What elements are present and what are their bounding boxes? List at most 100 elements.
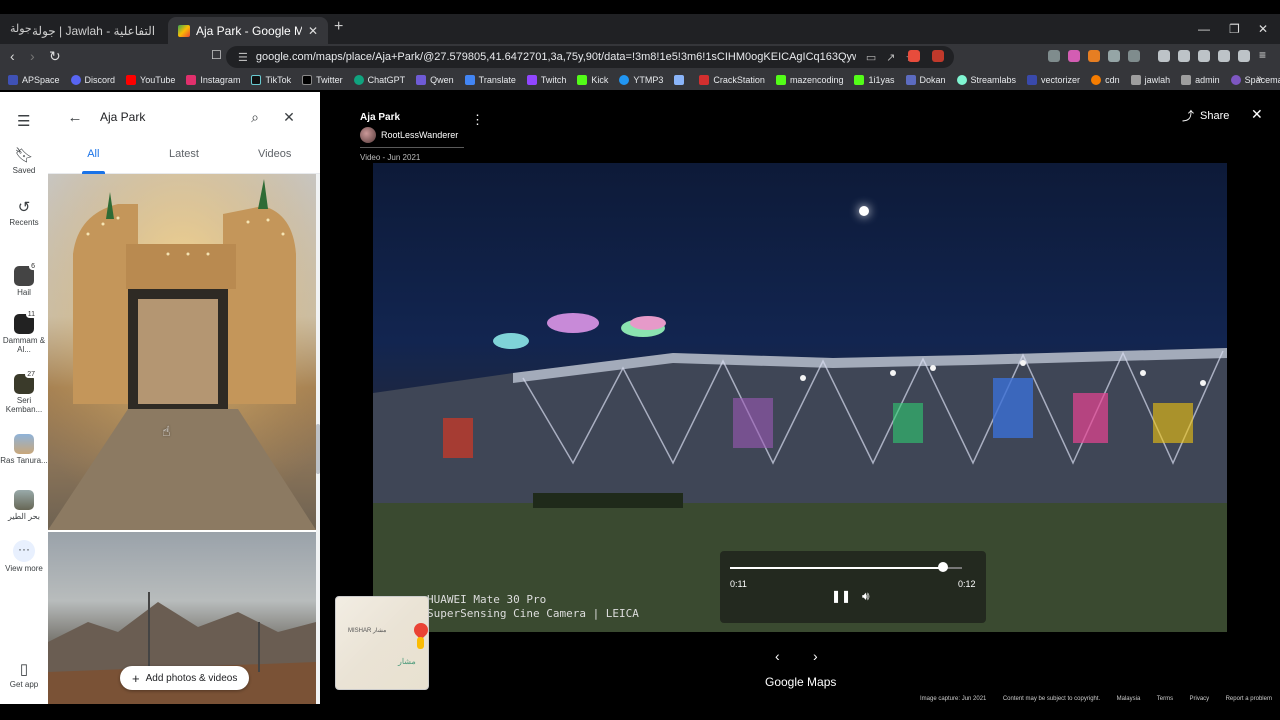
add-photos-button[interactable]: + Add photos & videos — [120, 666, 250, 690]
restore-icon[interactable]: ❐ — [1229, 22, 1240, 36]
rail-recent-place[interactable]: Ras Tanura... — [0, 434, 48, 465]
share-icon: ⤴ — [1182, 109, 1195, 123]
bookmark[interactable]: Twitter — [302, 75, 343, 85]
tab-videos[interactable]: Videos — [229, 148, 320, 173]
extension-icon[interactable] — [1088, 50, 1100, 62]
rail-recent-place[interactable]: 11 Dammam & Al... — [0, 311, 48, 354]
bookmark[interactable]: Instagram — [186, 75, 240, 85]
terms-link[interactable]: Terms — [1157, 696, 1173, 702]
mini-map[interactable]: MISHAR مشار مشار — [335, 596, 429, 690]
tab-jawlah[interactable]: جولة | Jawlah - منصة الألعاب التفاعلية — [22, 17, 164, 44]
bookmark[interactable]: YTMP3 — [619, 75, 663, 85]
bookmark[interactable] — [674, 75, 688, 85]
back-icon[interactable]: ‹ — [10, 48, 15, 64]
bookmark[interactable]: Twitch — [526, 75, 566, 85]
bookmark[interactable]: 1i1yas — [854, 75, 895, 85]
clear-search-icon[interactable]: ✕ — [272, 109, 306, 126]
crackstation-icon — [699, 75, 710, 85]
vpn-icon[interactable] — [1238, 50, 1250, 62]
bookmark[interactable]: TikTok — [251, 75, 291, 85]
seek-handle[interactable] — [938, 562, 949, 572]
rail-recent-place[interactable]: 6 Hail — [0, 263, 48, 297]
volume-icon[interactable]: 🔊︎ — [862, 589, 870, 604]
reload-icon[interactable]: ↻ — [49, 48, 61, 65]
video-player[interactable]: HUAWEI Mate 30 Pro SuperSensing Cine Cam… — [373, 163, 1227, 632]
tab-label: Aja Park - Google Maps — [196, 23, 302, 38]
tab-latest[interactable]: Latest — [139, 148, 230, 173]
rail-recent-place[interactable]: 27 Seri Kemban... — [0, 371, 48, 414]
brave-shield-icon[interactable] — [908, 50, 920, 62]
site-info-icon[interactable]: ☰ — [238, 51, 248, 64]
tab-google-maps[interactable]: Aja Park - Google Maps ✕ — [168, 17, 328, 44]
search-input[interactable]: Aja Park — [92, 110, 238, 124]
bookmark[interactable]: CrackStation — [699, 75, 765, 85]
plus-icon: + — [132, 670, 140, 686]
next-media-icon[interactable]: › — [813, 648, 818, 664]
puzzle-icon[interactable] — [1108, 50, 1120, 62]
privacy-link[interactable]: Privacy — [1190, 696, 1210, 702]
previous-media-icon[interactable]: ‹ — [775, 648, 780, 664]
bookmark[interactable]: Translate — [464, 75, 516, 85]
close-viewer-icon[interactable]: ✕ — [1251, 106, 1263, 123]
mouse-cursor-icon: ☝︎ — [162, 423, 171, 439]
bookmark[interactable]: vectorizer — [1027, 75, 1080, 85]
leo-icon[interactable] — [1218, 50, 1230, 62]
bookmark[interactable]: mazencoding — [775, 75, 843, 85]
place-thumbnail: 11 — [14, 311, 37, 334]
minimize-icon[interactable]: — — [1198, 22, 1210, 36]
sidebar-icon[interactable] — [1178, 50, 1190, 62]
photo-thumbnail[interactable] — [48, 174, 316, 530]
rail-view-more[interactable]: ··· View more — [0, 540, 48, 573]
tab-strip: جولة جولة | Jawlah - منصة الألعاب التفاع… — [0, 14, 1280, 44]
rail-get-app[interactable]: ▯ Get app — [0, 660, 48, 689]
address-bar[interactable]: ☰ google.com/maps/place/Aja+Park/@27.579… — [226, 46, 954, 68]
gate-photo — [48, 174, 316, 530]
photo-count: 11 — [25, 311, 37, 318]
extension-icon[interactable] — [1048, 50, 1060, 62]
extension-icon[interactable] — [1068, 50, 1080, 62]
pause-icon[interactable]: ❚❚ — [831, 589, 851, 603]
bookmark[interactable]: ChatGPT — [353, 75, 405, 85]
rail-recents[interactable]: ↺ Recents — [0, 198, 48, 227]
bookmark[interactable]: jawlah — [1130, 75, 1170, 85]
tab-all[interactable]: All — [48, 148, 139, 174]
more-options-icon[interactable]: ⋮ — [471, 112, 484, 128]
close-tab-icon[interactable]: ✕ — [308, 24, 318, 38]
bookmark[interactable]: admin — [1181, 75, 1220, 85]
brave-rewards-icon[interactable] — [932, 50, 944, 62]
rail-saved[interactable]: 🔖︎ Saved — [0, 146, 48, 175]
phone-icon: ▯ — [19, 661, 29, 678]
tiktok-icon — [251, 75, 262, 85]
bookmark[interactable]: Discord — [70, 75, 115, 85]
bookmark[interactable]: cdn — [1091, 75, 1120, 85]
bookmark[interactable]: YouTube — [126, 75, 175, 85]
bookmark[interactable]: Streamlabs — [956, 75, 1016, 85]
report-problem-link[interactable]: Report a problem — [1226, 696, 1272, 702]
bookmark[interactable]: Spacemail — [1230, 75, 1280, 85]
menu-icon[interactable]: ≡ — [1259, 48, 1266, 62]
bookmark[interactable]: Qwen — [416, 75, 454, 85]
bookmark-page-icon[interactable]: ☐ — [211, 48, 222, 62]
rail-recent-place[interactable]: بحر الطير — [0, 490, 48, 521]
bookmark[interactable]: Dokan — [905, 75, 946, 85]
share-page-icon[interactable]: ↗ — [886, 51, 895, 64]
cast-icon[interactable]: ▭ — [866, 51, 876, 64]
share-button[interactable]: ⤴ Share — [1182, 107, 1229, 124]
menu-icon[interactable]: ☰ — [17, 112, 30, 130]
search-icon[interactable]: ⌕ — [238, 109, 272, 126]
seek-bar[interactable] — [730, 567, 962, 569]
wallet-icon[interactable] — [1198, 50, 1210, 62]
window-close-icon[interactable]: ✕ — [1258, 22, 1268, 36]
forward-icon[interactable]: › — [30, 48, 35, 64]
screen: جولة جولة | Jawlah - منصة الألعاب التفاع… — [0, 0, 1280, 720]
bookmark[interactable]: Kick — [577, 75, 608, 85]
new-tab-icon[interactable]: + — [334, 18, 343, 36]
back-arrow-icon[interactable]: ← — [58, 109, 92, 126]
more-bookmarks-icon[interactable]: » — [1256, 73, 1262, 84]
author-link[interactable]: RootLessWanderer — [360, 127, 458, 143]
extension-icon[interactable] — [1128, 50, 1140, 62]
media-icon[interactable] — [1158, 50, 1170, 62]
region-link[interactable]: Malaysia — [1117, 696, 1141, 702]
rail-label: Dammam & Al... — [2, 336, 46, 354]
bookmark[interactable]: APSpace — [8, 75, 60, 85]
